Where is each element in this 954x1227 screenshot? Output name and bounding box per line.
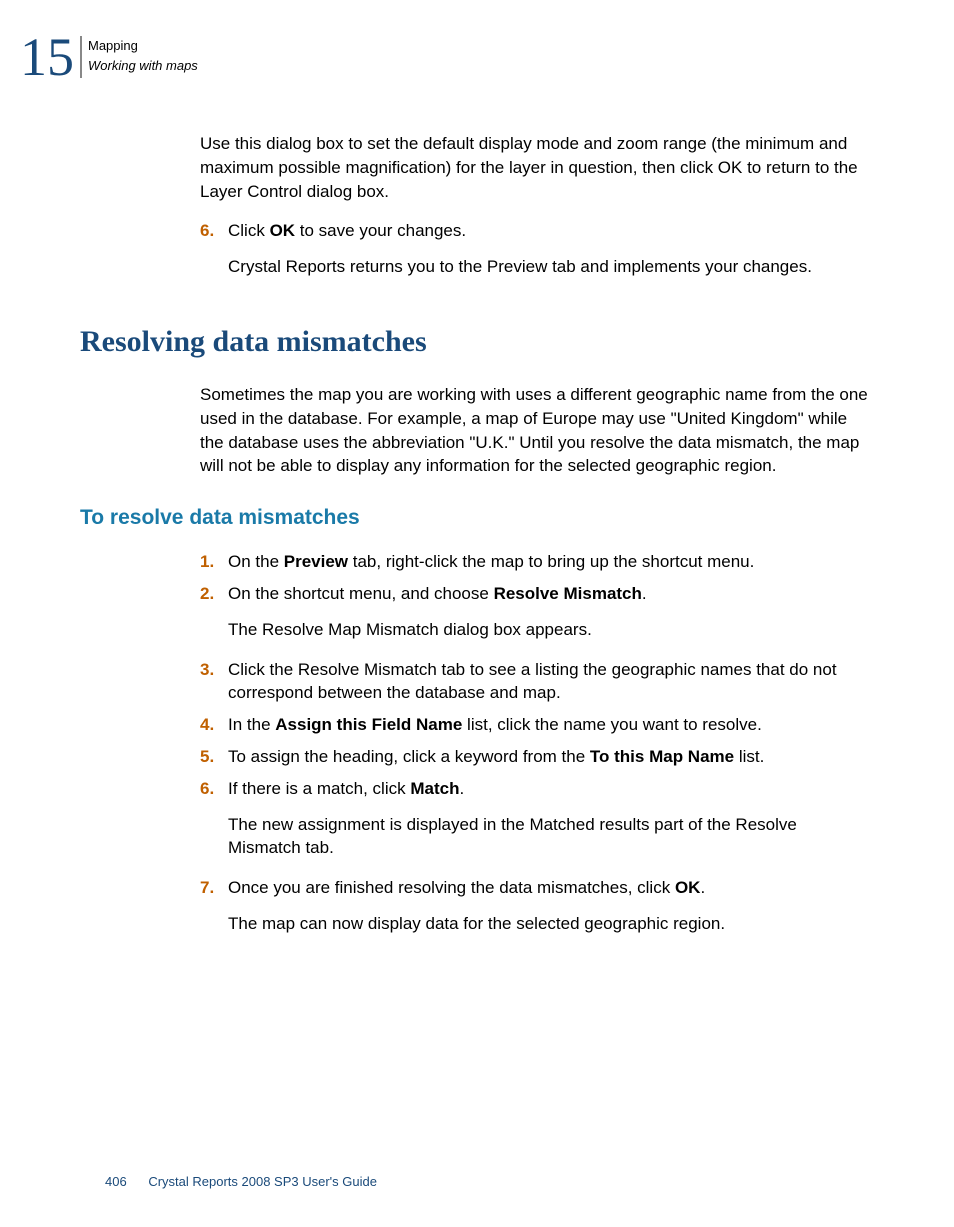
page-number: 406 [105,1174,127,1189]
list-marker: 6. [200,219,228,287]
s7-bold: OK [675,878,701,897]
s1-post: tab, right-click the map to bring up the… [348,552,754,571]
s6-pre: If there is a match, click [228,779,410,798]
s6-bold: Match [410,779,459,798]
s1-bold: Preview [284,552,348,571]
list-marker: 7. [200,876,228,944]
list-body: In the Assign this Field Name list, clic… [228,713,874,737]
list-marker: 1. [200,550,228,574]
s2-pre: On the shortcut menu, and choose [228,584,494,603]
intro-paragraph: Use this dialog box to set the default d… [200,132,874,203]
s2-follow: The Resolve Map Mismatch dialog box appe… [228,618,874,642]
list-body: On the shortcut menu, and choose Resolve… [228,582,874,650]
page: 15 Mapping Working with maps Use this di… [0,0,954,1227]
section-heading: Resolving data mismatches [80,325,874,359]
step-7: 7. Once you are finished resolving the d… [200,876,874,944]
step6-pre: Click [228,221,270,240]
s4-post: list, click the name you want to resolve… [462,715,762,734]
s5-bold: To this Map Name [590,747,734,766]
list-body: Once you are finished resolving the data… [228,876,874,944]
section-body: Sometimes the map you are working with u… [200,383,874,478]
step-5: 5. To assign the heading, click a keywor… [200,745,874,769]
s4-pre: In the [228,715,275,734]
list-marker: 5. [200,745,228,769]
page-footer: 406 Crystal Reports 2008 SP3 User's Guid… [105,1174,377,1189]
chapter-header: 15 Mapping Working with maps [20,30,874,84]
list-body: To assign the heading, click a keyword f… [228,745,874,769]
section-content: Sometimes the map you are working with u… [200,383,874,478]
list-body: On the Preview tab, right-click the map … [228,550,874,574]
list-marker: 6. [200,777,228,868]
step6-post: to save your changes. [295,221,466,240]
list-marker: 2. [200,582,228,650]
s4-bold: Assign this Field Name [275,715,462,734]
step6-follow: Crystal Reports returns you to the Previ… [228,255,874,279]
step-2: 2. On the shortcut menu, and choose Reso… [200,582,874,650]
steps-content: 1. On the Preview tab, right-click the m… [200,550,874,944]
step-6: 6. If there is a match, click Match. The… [200,777,874,868]
s6-post: . [459,779,464,798]
s6-follow: The new assignment is displayed in the M… [228,813,874,861]
footer-title: Crystal Reports 2008 SP3 User's Guide [148,1174,377,1189]
step-1: 1. On the Preview tab, right-click the m… [200,550,874,574]
s5-pre: To assign the heading, click a keyword f… [228,747,590,766]
list-marker: 4. [200,713,228,737]
s7-follow: The map can now display data for the sel… [228,912,874,936]
list-body: If there is a match, click Match. The ne… [228,777,874,868]
step-3: 3. Click the Resolve Mismatch tab to see… [200,658,874,706]
header-text: Mapping Working with maps [88,30,198,75]
s3-text: Click the Resolve Mismatch tab to see a … [228,660,837,703]
s2-bold: Resolve Mismatch [494,584,642,603]
step6-bold: OK [270,221,296,240]
top-step-6: 6. Click OK to save your changes. Crysta… [200,219,874,287]
s5-post: list. [734,747,764,766]
s7-pre: Once you are finished resolving the data… [228,878,675,897]
header-line2: Working with maps [88,58,198,73]
chapter-number: 15 [20,30,74,84]
s7-post: . [700,878,705,897]
list-body: Click OK to save your changes. Crystal R… [228,219,874,287]
s1-pre: On the [228,552,284,571]
header-line1: Mapping [88,38,138,53]
step-4: 4. In the Assign this Field Name list, c… [200,713,874,737]
content-area: Use this dialog box to set the default d… [200,132,874,287]
subsection-heading: To resolve data mismatches [80,506,874,530]
list-body: Click the Resolve Mismatch tab to see a … [228,658,874,706]
list-marker: 3. [200,658,228,706]
header-divider [80,36,82,78]
s2-post: . [642,584,647,603]
